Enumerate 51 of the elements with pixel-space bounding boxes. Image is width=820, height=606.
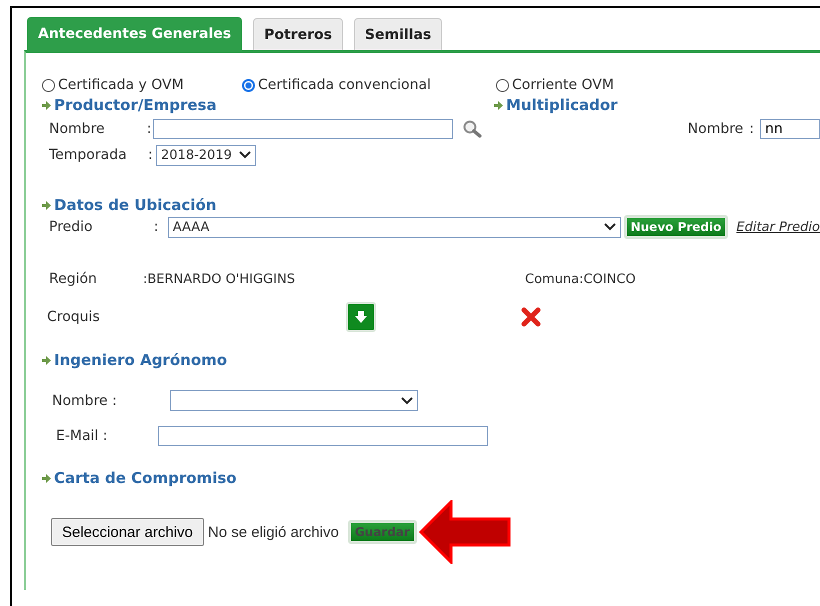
name-input-field[interactable]: nn [760,119,820,139]
section-heading: Ingeniero Agrónomo [54,351,228,369]
chevron-down-icon [401,396,413,404]
section-heading: Carta de Compromiso [54,469,237,487]
email-input-field[interactable] [158,426,488,446]
arrow-bullet-icon [42,100,51,110]
arrow-bullet-icon [42,356,51,364]
radio-button[interactable] [496,78,509,92]
radio-label: Certificada y OVM [58,77,184,93]
predio-select[interactable]: AAAA [168,216,621,238]
section-heading: Productor/Empresa [54,96,217,114]
radio-button[interactable] [242,78,255,92]
section-heading: Datos de Ubicación [54,196,216,214]
region-value: :BERNARDO O'HIGGINS [143,272,296,286]
name-input-field[interactable] [152,119,453,139]
field-label: Nombre : [51,392,118,408]
chevron-down-icon [604,223,616,231]
tab[interactable]: Potreros [253,18,343,50]
field-label: Croquis [46,309,101,325]
arrow-down-icon [354,310,368,324]
new-predio-button[interactable]: Nuevo Predio [624,215,728,239]
field-label: Temporada [49,147,128,163]
edit-predio-link[interactable]: Editar Predio [736,220,820,234]
radio-label: Corriente OVM [512,77,614,93]
file-status: No se eligió archivo [208,524,339,540]
field-label: Comuna: [525,272,584,286]
colon: : [148,147,154,163]
engineer-select[interactable] [170,390,418,411]
arrow-bullet-icon [42,474,51,482]
colon: : [146,121,152,137]
field-label: Nombre [49,121,106,137]
delete-icon[interactable] [521,307,541,327]
choose-file-button[interactable]: Seleccionar archivo [51,518,204,546]
chevron-down-icon [239,151,251,159]
field-label: Región [48,271,98,287]
field-label: Nombre [688,121,744,137]
radio-label: Certificada convencional [258,77,431,93]
colon: : [749,121,754,137]
arrow-icon [418,500,511,564]
download-button[interactable] [346,302,376,332]
colon: : [154,219,160,235]
arrow-bullet-icon [494,100,503,110]
arrow-bullet-icon [42,200,51,210]
section-heading: Multiplicador [506,96,618,114]
search-icon[interactable] [462,120,482,138]
comuna-value: COINCO [584,272,636,286]
field-label: Predio [48,219,94,235]
season-select[interactable]: 2018-2019 [156,144,256,166]
field-label: E-Mail : [55,428,109,444]
tab[interactable]: Semillas [354,18,442,50]
radio-button[interactable] [42,78,55,92]
